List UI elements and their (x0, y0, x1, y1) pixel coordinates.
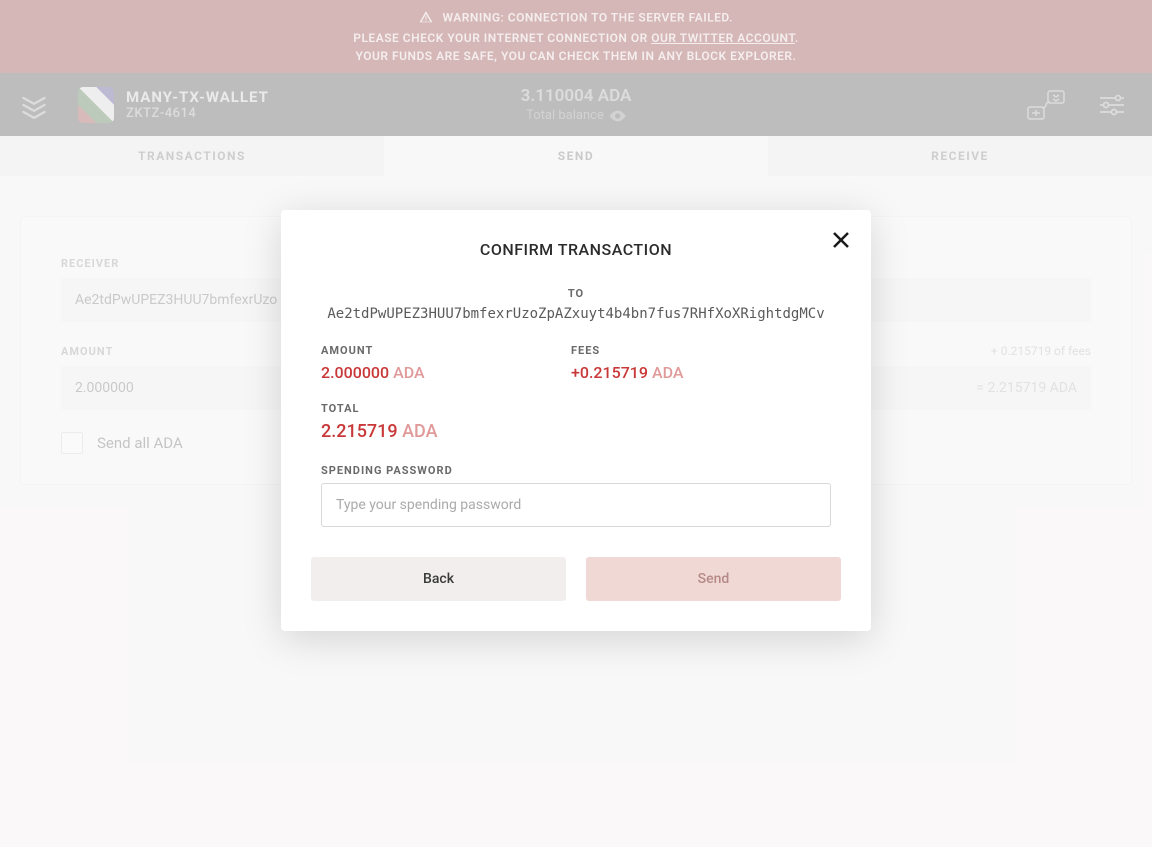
send-button[interactable]: Send (586, 557, 841, 601)
close-icon[interactable] (829, 228, 853, 252)
modal-fees-currency: ADA (652, 363, 684, 382)
modal-fees-value: +0.215719 (571, 363, 648, 382)
modal-amount-value: 2.000000 (321, 363, 389, 382)
modal-total-label: TOTAL (321, 402, 831, 415)
to-address: Ae2tdPwUPEZ3HUU7bmfexrUzoZpAZxuyt4b4bn7f… (311, 306, 841, 322)
modal-total-currency: ADA (402, 421, 437, 442)
spending-password-input[interactable] (321, 483, 831, 527)
modal-fees-label: FEES (571, 344, 771, 357)
to-label: TO (311, 287, 841, 300)
confirm-transaction-modal: CONFIRM TRANSACTION TO Ae2tdPwUPEZ3HUU7b… (281, 210, 871, 631)
modal-overlay[interactable]: CONFIRM TRANSACTION TO Ae2tdPwUPEZ3HUU7b… (0, 0, 1152, 847)
modal-amount-currency: ADA (393, 363, 425, 382)
modal-amount-label: AMOUNT (321, 344, 521, 357)
spending-password-label: SPENDING PASSWORD (321, 464, 831, 477)
modal-title: CONFIRM TRANSACTION (311, 240, 841, 259)
back-button[interactable]: Back (311, 557, 566, 601)
modal-total-value: 2.215719 (321, 421, 398, 442)
